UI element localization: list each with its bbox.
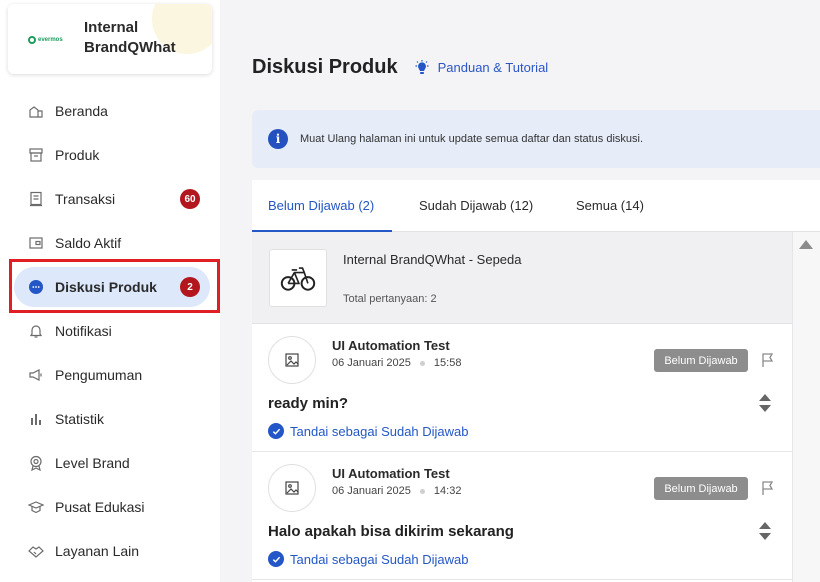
mark-answered-link[interactable]: Tandai sebagai Sudah Dijawab xyxy=(268,551,469,567)
discussion-tabs: Belum Dijawab (2) Sudah Dijawab (12) Sem… xyxy=(252,180,820,232)
sidebar-item-label: Pusat Edukasi xyxy=(55,499,145,515)
sidebar-item-pusat-edukasi[interactable]: Pusat Edukasi xyxy=(0,485,220,529)
avatar xyxy=(268,336,316,384)
mark-answered-link[interactable]: Tandai sebagai Sudah Dijawab xyxy=(268,423,469,439)
question-card: UI Automation Test 06 Januari 2025 14:32… xyxy=(252,452,792,580)
mark-answered-label: Tandai sebagai Sudah Dijawab xyxy=(290,551,469,567)
sidebar-item-label: Transaksi xyxy=(55,191,116,207)
sidebar-item-pengumuman[interactable]: Pengumuman xyxy=(0,353,220,397)
sidebar-item-diskusi-produk[interactable]: Diskusi Produk 2 xyxy=(0,265,220,309)
brand-card[interactable]: evermos Internal BrandQWhat xyxy=(8,4,212,74)
megaphone-icon xyxy=(27,366,45,384)
discussion-list: Internal BrandQWhat - Sepeda Total perta… xyxy=(252,232,792,582)
separator-dot xyxy=(419,488,425,494)
graduation-cap-icon xyxy=(27,498,45,516)
asker-name: UI Automation Test xyxy=(332,338,450,353)
info-banner-text: Muat Ulang halaman ini untuk update semu… xyxy=(300,133,644,145)
transaksi-count-badge: 60 xyxy=(180,189,200,209)
avatar xyxy=(268,464,316,512)
sidebar-item-label: Saldo Aktif xyxy=(55,235,122,251)
chat-icon xyxy=(27,278,45,296)
question-time: 15:58 xyxy=(433,357,462,369)
home-icon xyxy=(27,102,45,120)
bicycle-icon xyxy=(280,267,316,291)
sidebar-item-saldo-aktif[interactable]: Saldo Aktif xyxy=(0,221,220,265)
check-circle-icon xyxy=(268,423,284,439)
receipt-icon xyxy=(27,190,45,208)
question-count: Total pertanyaan: 2 xyxy=(343,293,437,305)
sidebar-item-layanan-lain[interactable]: Layanan Lain xyxy=(0,529,220,573)
expand-toggle-icon[interactable] xyxy=(757,519,773,543)
image-placeholder-icon xyxy=(285,481,299,495)
sidebar: evermos Internal BrandQWhat Beranda Prod… xyxy=(0,0,220,582)
info-icon: i xyxy=(268,129,288,149)
sidebar-item-notifikasi[interactable]: Notifikasi xyxy=(0,309,220,353)
question-date: 06 Januari 2025 xyxy=(332,357,411,369)
sidebar-item-statistik[interactable]: Statistik xyxy=(0,397,220,441)
box-icon xyxy=(27,146,45,164)
bell-icon xyxy=(27,322,45,340)
question-card: UI Automation Test 06 Januari 2025 15:58… xyxy=(252,324,792,452)
sidebar-item-label: Pengumuman xyxy=(55,367,143,383)
sidebar-item-label: Beranda xyxy=(55,103,108,119)
sidebar-item-label: Notifikasi xyxy=(55,323,112,339)
tab-belum-dijawab[interactable]: Belum Dijawab (2) xyxy=(268,198,374,213)
page-title: Diskusi Produk xyxy=(252,56,398,78)
sidebar-item-label: Level Brand xyxy=(55,455,130,471)
guide-link-label: Panduan & Tutorial xyxy=(437,60,549,75)
status-badge: Belum Dijawab xyxy=(654,477,748,500)
question-text: ready min? xyxy=(268,395,349,412)
question-timestamp: 06 Januari 2025 14:32 xyxy=(332,485,461,497)
product-name: Internal BrandQWhat - Sepeda xyxy=(343,252,522,267)
bar-chart-icon xyxy=(27,410,45,428)
app-root: evermos Internal BrandQWhat Beranda Prod… xyxy=(0,0,820,582)
sidebar-item-beranda[interactable]: Beranda xyxy=(0,89,220,133)
handshake-icon xyxy=(27,542,45,560)
discussion-panel: Belum Dijawab (2) Sudah Dijawab (12) Sem… xyxy=(252,180,820,582)
flag-icon[interactable] xyxy=(760,352,776,368)
medal-icon xyxy=(27,454,45,472)
product-thumbnail xyxy=(269,249,327,307)
question-date: 06 Januari 2025 xyxy=(332,485,411,497)
brand-logo: evermos xyxy=(28,33,70,47)
wallet-icon xyxy=(27,234,45,252)
mark-answered-label: Tandai sebagai Sudah Dijawab xyxy=(290,423,469,439)
image-placeholder-icon xyxy=(285,353,299,367)
product-header-row[interactable]: Internal BrandQWhat - Sepeda Total perta… xyxy=(252,232,792,324)
info-banner: i Muat Ulang halaman ini untuk update se… xyxy=(252,110,820,168)
sidebar-item-label: Statistik xyxy=(55,411,105,427)
sidebar-item-level-brand[interactable]: Level Brand xyxy=(0,441,220,485)
question-time: 14:32 xyxy=(433,485,462,497)
sidebar-item-transaksi[interactable]: Transaksi 60 xyxy=(0,177,220,221)
sidebar-item-produk[interactable]: Produk xyxy=(0,133,220,177)
question-text: Halo apakah bisa dikirim sekarang xyxy=(268,523,514,540)
separator-dot xyxy=(419,360,425,366)
tab-sudah-dijawab[interactable]: Sudah Dijawab (12) xyxy=(419,198,533,213)
check-circle-icon xyxy=(268,551,284,567)
scroll-up-arrow-icon[interactable] xyxy=(799,240,813,249)
sidebar-item-label: Layanan Lain xyxy=(55,543,140,559)
sidebar-nav: Beranda Produk Transaksi 60 Saldo Aktif … xyxy=(0,89,220,573)
expand-toggle-icon[interactable] xyxy=(757,391,773,415)
sidebar-item-label: Diskusi Produk xyxy=(55,279,157,295)
guide-link[interactable]: Panduan & Tutorial xyxy=(414,59,549,76)
scrollbar[interactable] xyxy=(792,232,820,582)
sidebar-item-label: Produk xyxy=(55,147,100,163)
brand-name: Internal BrandQWhat xyxy=(84,19,176,56)
lightbulb-icon xyxy=(415,59,429,74)
page-header: Diskusi Produk Panduan & Tutorial xyxy=(252,56,548,79)
question-timestamp: 06 Januari 2025 15:58 xyxy=(332,357,461,369)
flag-icon[interactable] xyxy=(760,480,776,496)
asker-name: UI Automation Test xyxy=(332,466,450,481)
tab-semua[interactable]: Semua (14) xyxy=(576,198,644,213)
status-badge: Belum Dijawab xyxy=(654,349,748,372)
diskusi-count-badge: 2 xyxy=(180,277,200,297)
